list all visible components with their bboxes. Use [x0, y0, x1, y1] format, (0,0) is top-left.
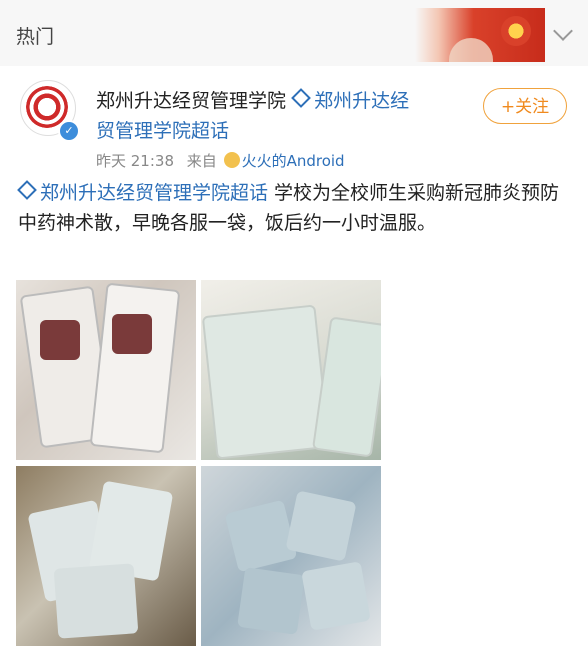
- author-name[interactable]: 郑州升达经贸管理学院: [96, 90, 286, 112]
- weibo-post-card: ✓ 郑州升达经贸管理学院 郑州升达经贸管理学院超话 +关注 昨天 21:38 来…: [0, 66, 588, 667]
- author-line[interactable]: 郑州升达经贸管理学院 郑州升达经贸管理学院超话: [96, 86, 416, 146]
- medicine-bag: [224, 499, 298, 573]
- post-image-4[interactable]: [201, 466, 381, 646]
- source-link[interactable]: 火火的Android: [242, 152, 345, 170]
- package-label: [40, 320, 80, 360]
- post-text: 郑州升达经贸管理学院超话 学校为全校师生采购新冠肺炎预防中药神术散，早晚各服一袋…: [17, 178, 574, 238]
- post-meta: 昨天 21:38 来自 火火的Android: [96, 150, 345, 171]
- post-image-1[interactable]: [16, 280, 196, 460]
- medicine-bag: [201, 304, 331, 460]
- package-label: [112, 314, 152, 354]
- medicine-bag: [89, 282, 181, 454]
- source-prefix: 来自: [186, 152, 217, 170]
- hashtag-link[interactable]: 郑州升达经贸管理学院超话: [17, 180, 268, 204]
- medicine-bag: [237, 567, 305, 635]
- section-label: 热门: [16, 26, 55, 48]
- emoji-icon: [223, 152, 240, 168]
- banner-emblem: [501, 16, 531, 46]
- follow-button[interactable]: +关注: [483, 88, 567, 124]
- top-bar: 热门: [0, 0, 588, 66]
- supertopic-icon: [17, 180, 37, 200]
- post-image-3[interactable]: [16, 466, 196, 646]
- supertopic-icon: [291, 88, 311, 108]
- medicine-bag: [53, 563, 139, 639]
- post-time: 昨天 21:38: [96, 152, 174, 170]
- medicine-bag: [285, 490, 357, 562]
- post-image-2[interactable]: [201, 280, 381, 460]
- chevron-down-icon[interactable]: [553, 21, 573, 41]
- festival-banner: [415, 8, 545, 62]
- verified-icon: ✓: [58, 120, 80, 142]
- banner-arch: [449, 38, 493, 62]
- medicine-bag: [311, 316, 381, 458]
- medicine-bag: [301, 561, 371, 631]
